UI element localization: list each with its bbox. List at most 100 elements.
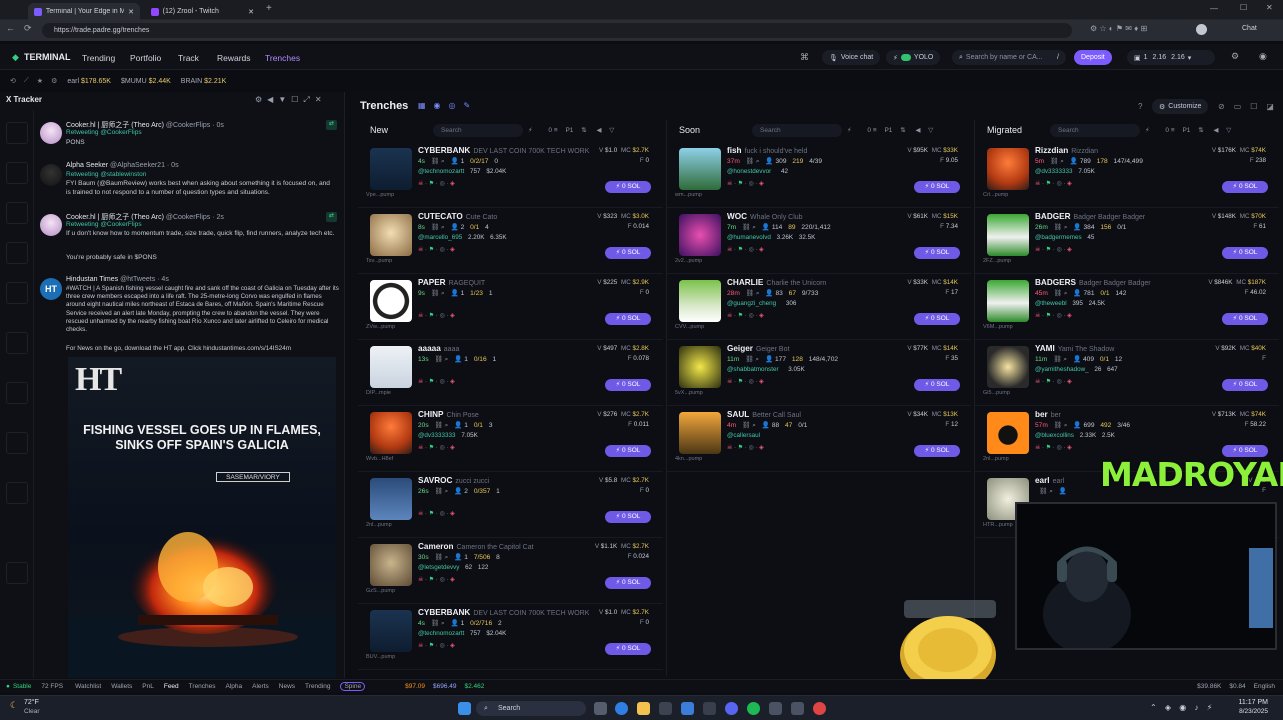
preset-selector[interactable]: P1	[1182, 127, 1190, 134]
link-icon[interactable]: ⛓ ⌕	[742, 422, 756, 429]
creator-handle[interactable]: @callersaul	[727, 432, 760, 439]
sort-icon[interactable]: ⇅	[581, 127, 586, 134]
token-row[interactable]: Gi5...pump YAMI Yami The Shadow 11m ⛓ ⌕ 👤…	[975, 340, 1279, 406]
quick-buy-button[interactable]: ⚡ 0 SOL	[914, 445, 960, 457]
link-icon[interactable]: ⛓ ⌕	[431, 158, 445, 165]
scanner-icon[interactable]: ⌘	[800, 52, 809, 63]
sound-icon[interactable]: ◀	[596, 127, 601, 134]
creator-handle[interactable]: @technomozartt	[418, 168, 464, 175]
creator-handle[interactable]: @guangzi_cheng	[727, 300, 776, 307]
quick-buy-button[interactable]: ⚡ 0 SOL	[605, 577, 651, 589]
quick-buy-button[interactable]: ⚡ 0 SOL	[1222, 181, 1268, 193]
tweet-link[interactable]: For News on the go, download the HT app.…	[66, 345, 340, 354]
discord-icon[interactable]	[725, 702, 738, 715]
token-ticker[interactable]: earl	[1035, 476, 1050, 485]
rail-slot[interactable]	[6, 242, 28, 264]
quick-buy-button[interactable]: ⚡ 0 SOL	[605, 379, 651, 391]
obs-icon[interactable]	[769, 702, 782, 715]
quick-buy-button[interactable]: ⚡ 0 SOL	[605, 313, 651, 325]
status-wallets[interactable]: Wallets	[111, 683, 132, 690]
link-icon[interactable]: ⛓ ⌕	[745, 356, 759, 363]
token-ticker[interactable]: CHARLIE	[727, 278, 763, 287]
sort-icon[interactable]: ⇅	[1198, 127, 1203, 134]
link-icon[interactable]: ⛓ ⌕	[746, 290, 760, 297]
refresh-icon[interactable]: ⟳	[24, 23, 32, 34]
status-alpha[interactable]: Alpha	[226, 683, 243, 690]
token-row[interactable]: DIP...mpie aaaaa aaaa 13s ⛓ ⌕ 👤 1 0/16 1 …	[358, 340, 663, 406]
token-address[interactable]: 5vX...pump	[675, 390, 703, 396]
status-trending[interactable]: Trending	[305, 683, 330, 690]
token-image[interactable]	[679, 148, 721, 190]
nav-trending[interactable]: Trending	[82, 53, 115, 63]
token-image[interactable]	[370, 148, 412, 190]
xbox-icon[interactable]	[703, 702, 716, 715]
token-ticker[interactable]: CYBERBANK	[418, 146, 470, 155]
link-icon[interactable]: ⛓ ⌕	[1039, 488, 1053, 495]
back-icon[interactable]: ←	[6, 23, 15, 33]
status-trenches[interactable]: Trenches	[189, 683, 216, 690]
app-icon[interactable]	[791, 702, 804, 715]
ticker-item[interactable]: $MUMU $2.44K	[121, 78, 171, 85]
filter-icon[interactable]: ▽	[1226, 127, 1231, 134]
quick-buy-button[interactable]: ⚡ 0 SOL	[1222, 313, 1268, 325]
token-address[interactable]: Gi5...pump	[983, 390, 1010, 396]
list-icon[interactable]: ≡	[554, 127, 558, 134]
chart-icon[interactable]: ⟋	[24, 77, 29, 85]
close-tab-icon[interactable]: ✕	[248, 8, 254, 16]
tweet-media[interactable]: HT FISHING VESSEL GOES UP IN FLAMES, SIN…	[68, 357, 336, 678]
link-icon[interactable]: ⛓ ⌕	[434, 554, 448, 561]
token-image[interactable]	[679, 346, 721, 388]
preset-selector[interactable]: P1	[565, 127, 573, 134]
retweet-icon[interactable]: ⇄	[326, 212, 337, 222]
link-icon[interactable]: ⛓ ⌕	[434, 356, 448, 363]
tweet[interactable]: Cooker.hl | 厨师之子 (Theo Arc) @CookerFlips…	[36, 120, 341, 160]
voice-chat-button[interactable]: 🎙 Voice chat	[822, 50, 881, 65]
token-address[interactable]: wm...pump	[675, 192, 702, 198]
token-address[interactable]: GzS...pump	[366, 588, 395, 594]
creator-handle[interactable]: @badgermemes	[1035, 234, 1082, 241]
token-image[interactable]	[370, 412, 412, 454]
settings-gear-icon[interactable]: ⚙	[1231, 51, 1239, 62]
nav-portfolio[interactable]: Portfolio	[130, 53, 161, 63]
token-image[interactable]	[370, 610, 412, 652]
token-ticker[interactable]: BADGERS	[1035, 278, 1076, 287]
token-ticker[interactable]: WOC	[727, 212, 747, 221]
task-view-icon[interactable]	[594, 702, 607, 715]
token-row[interactable]: Crl...pump Rizzdian Rizzdian 5m ⛓ ⌕ 👤 789…	[975, 142, 1279, 208]
token-address[interactable]: BUV...pump	[366, 654, 395, 660]
quick-buy-button[interactable]: ⚡ 0 SOL	[914, 313, 960, 325]
link-icon[interactable]: ⛓ ⌕	[1054, 422, 1068, 429]
close-tab-icon[interactable]: ✕	[128, 8, 134, 16]
token-image[interactable]	[987, 412, 1029, 454]
vscode-icon[interactable]	[681, 702, 694, 715]
token-ticker[interactable]: SAVROC	[418, 476, 452, 485]
token-ticker[interactable]: aaaaa	[418, 344, 441, 353]
link-icon[interactable]: ⛓ ⌕	[746, 158, 760, 165]
token-address[interactable]: Wvb...H8ef	[366, 456, 393, 462]
bolt-icon[interactable]: ⚡	[528, 127, 533, 134]
rail-slot[interactable]	[6, 282, 28, 304]
token-address[interactable]: HTR...pump	[983, 522, 1013, 528]
quick-buy-button[interactable]: ⚡ 0 SOL	[605, 247, 651, 259]
token-ticker[interactable]: SAUL	[727, 410, 749, 419]
language-selector[interactable]: English	[1254, 683, 1275, 690]
token-address[interactable]: 2FZ...pump	[983, 258, 1011, 264]
token-image[interactable]	[679, 280, 721, 322]
token-ticker[interactable]: PAPER	[418, 278, 446, 287]
ticker-item[interactable]: BRAIN $2.21K	[181, 78, 227, 85]
token-address[interactable]: 2nl...pump	[983, 456, 1009, 462]
status-feed[interactable]: Feed	[164, 683, 179, 690]
token-image[interactable]	[987, 148, 1029, 190]
spotify-icon[interactable]	[747, 702, 760, 715]
sound-icon[interactable]: ◀	[915, 127, 920, 134]
token-address[interactable]: 2v2...pump	[675, 258, 702, 264]
token-address[interactable]: 2nl...pump	[366, 522, 392, 528]
token-ticker[interactable]: CYBERBANK	[418, 608, 470, 617]
minimize-icon[interactable]: —	[1210, 4, 1218, 13]
rail-slot[interactable]	[6, 122, 28, 144]
trenches-view-icons[interactable]: ▦◉◎✎	[418, 101, 478, 110]
status-watchlist[interactable]: Watchlist	[75, 683, 101, 690]
token-image[interactable]	[370, 280, 412, 322]
token-address[interactable]: V6M...pump	[983, 324, 1013, 330]
token-row[interactable]: Wvb...H8ef CHINP Chin Pose 20s ⛓ ⌕ 👤 1 0/…	[358, 406, 663, 472]
